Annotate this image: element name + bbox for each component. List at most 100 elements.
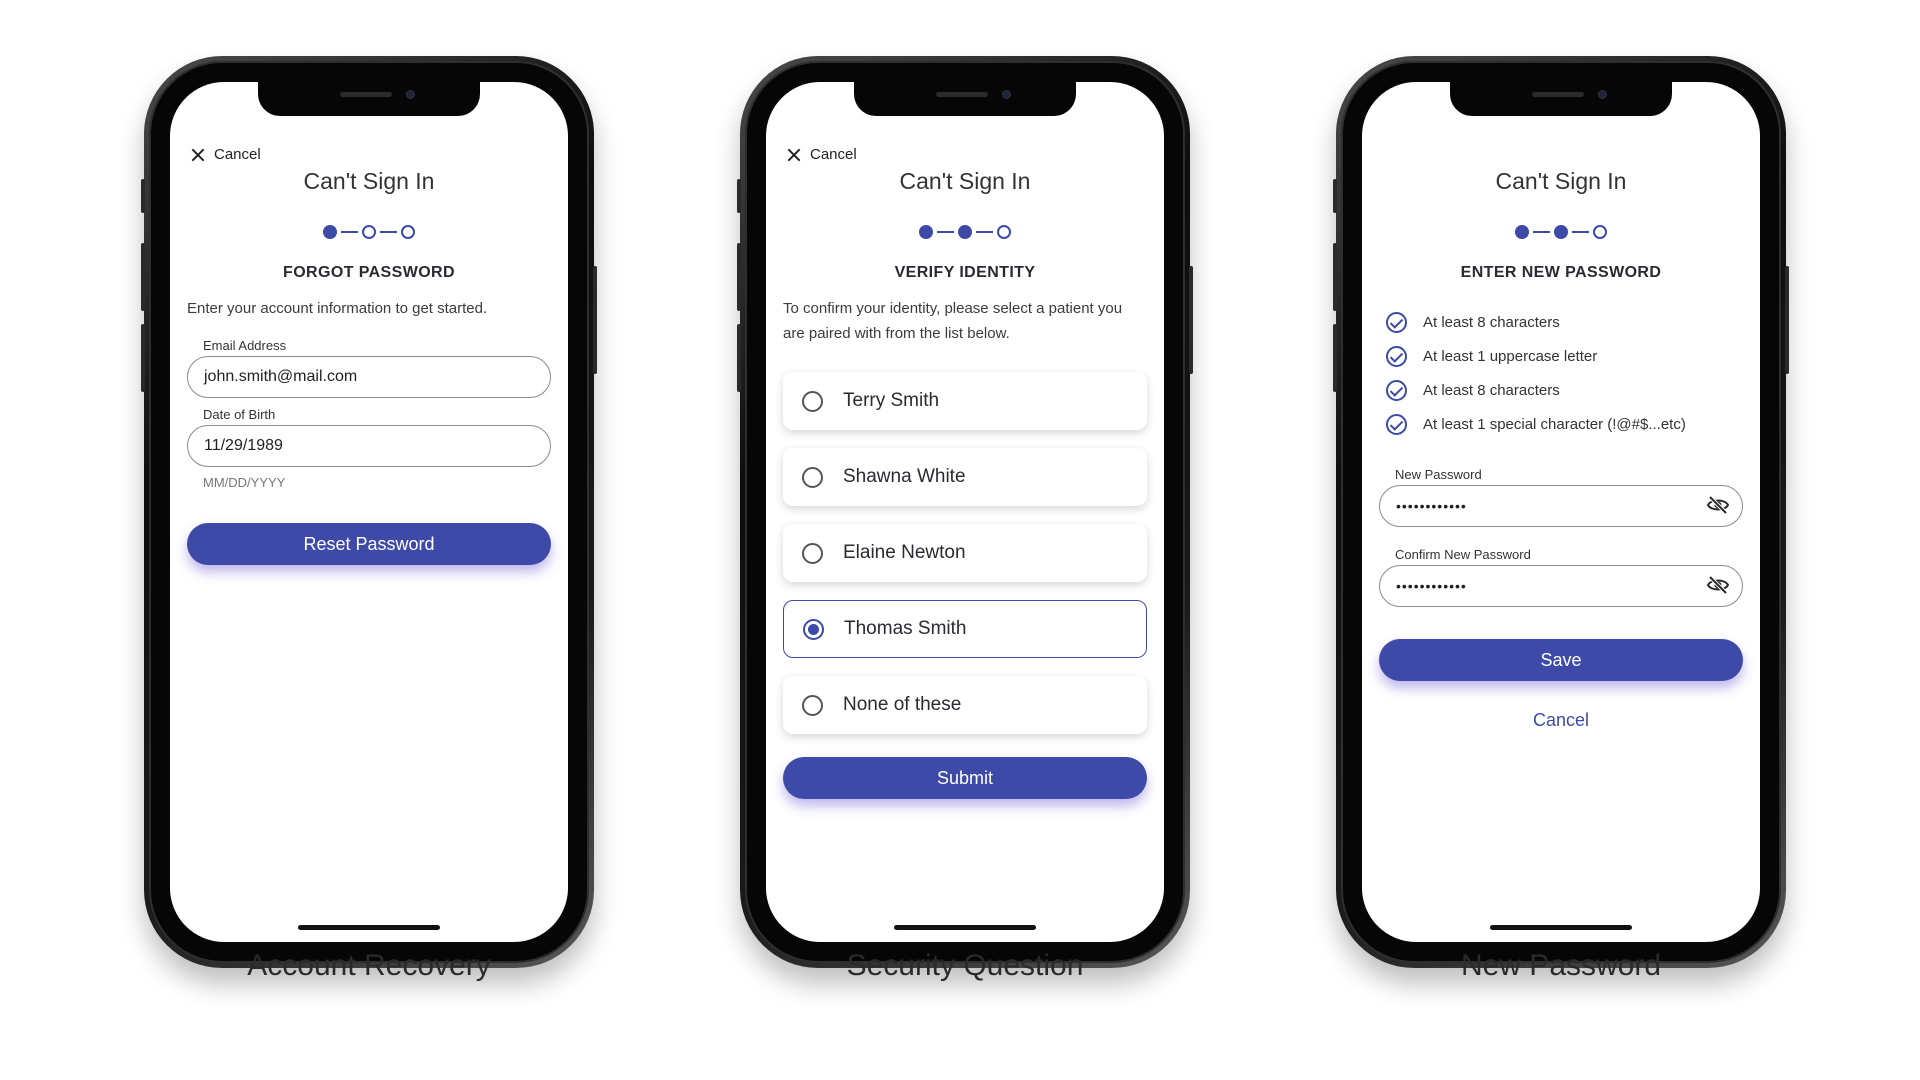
notch [854,82,1076,116]
eye-slash-icon[interactable] [1706,575,1730,595]
intro-text: To confirm your identity, please select … [783,300,1123,342]
patient-option[interactable]: Shawna White [783,448,1147,506]
section-title: FORGOT PASSWORD [283,264,455,281]
step-2-indicator [362,225,376,239]
volume-down-button [737,324,741,392]
radio-button-selected[interactable] [803,618,824,640]
security-question-mockup: Cancel Can't Sign In VERIFY IDENTITY To … [737,56,1193,982]
cancel-button[interactable]: Cancel [191,146,261,163]
camera-icon [1598,90,1607,99]
rule-text: At least 8 characters [1423,382,1560,399]
screen-title: Can't Sign In [1495,168,1627,194]
phone-frame: Cancel Can't Sign In VERIFY IDENTITY To … [737,56,1193,968]
email-label: Email Address [203,338,287,353]
phone-screen: Can't Sign In ENTER NEW PASSWORD At leas… [1362,82,1760,942]
confirm-password-value: •••••••••••• [1396,578,1467,594]
email-value: john.smith@mail.com [204,368,358,385]
email-field[interactable]: john.smith@mail.com [187,356,551,398]
option-label: Terry Smith [843,390,940,411]
cancel-link[interactable]: Cancel [1362,710,1760,731]
radio-button[interactable] [802,466,823,488]
password-rule: At least 1 special character (!@#$...etc… [1386,414,1686,435]
reset-password-label: Reset Password [303,533,435,554]
step-connector [341,231,358,233]
section-title: VERIFY IDENTITY [894,264,1036,281]
volume-down-button [141,324,145,392]
step-3-indicator [1593,225,1607,239]
dob-field[interactable]: 11/29/1989 [187,425,551,467]
check-circle-icon [1386,414,1407,435]
intro-text: Enter your account information to get st… [187,300,488,317]
step-1-indicator [1515,225,1529,239]
confirm-password-label: Confirm New Password [1395,547,1531,562]
patient-option[interactable]: None of these [783,676,1147,734]
power-button [593,266,597,374]
progress-stepper [1515,225,1607,239]
cancel-button[interactable]: Cancel [787,146,857,163]
account-recovery-mockup: Cancel Can't Sign In FORGOT PASSWORD Ent… [141,56,597,982]
mute-switch [737,179,741,213]
camera-icon [1002,90,1011,99]
new-password-mockup: Can't Sign In ENTER NEW PASSWORD At leas… [1333,56,1789,982]
step-1-indicator [919,225,933,239]
close-icon [787,148,801,162]
speaker-grille [340,92,392,97]
step-2-indicator [958,225,972,239]
notch [1450,82,1672,116]
eye-slash-icon[interactable] [1706,495,1730,515]
new-password-field[interactable]: •••••••••••• [1379,485,1743,527]
speaker-grille [1532,92,1584,97]
caption-account-recovery: Account Recovery [247,949,491,982]
password-rule: At least 8 characters [1386,380,1560,401]
confirm-password-field[interactable]: •••••••••••• [1379,565,1743,607]
section-title: ENTER NEW PASSWORD [1460,264,1662,281]
check-circle-icon [1386,380,1407,401]
step-connector [976,231,993,233]
phone-frame: Can't Sign In ENTER NEW PASSWORD At leas… [1333,56,1789,968]
step-connector [1533,231,1550,233]
step-3-indicator [997,225,1011,239]
step-3-indicator [401,225,415,239]
dob-format-hint: MM/DD/YYYY [203,475,286,490]
mute-switch [141,179,145,213]
home-indicator [298,925,440,930]
step-1-indicator [323,225,337,239]
step-connector [937,231,954,233]
cancel-label: Cancel [214,146,261,163]
notch [258,82,480,116]
option-label: Thomas Smith [844,618,967,639]
password-rule: At least 1 uppercase letter [1386,346,1597,367]
cancel-label: Cancel [810,146,857,163]
progress-stepper [919,225,1011,239]
phone-screen: Cancel Can't Sign In FORGOT PASSWORD Ent… [170,82,568,942]
dob-value: 11/29/1989 [204,437,283,454]
patient-option-selected[interactable]: Thomas Smith [783,600,1147,658]
reset-password-button[interactable]: Reset Password [187,523,551,565]
patient-option[interactable]: Terry Smith [783,372,1147,430]
mute-switch [1333,179,1337,213]
home-indicator [1490,925,1632,930]
rule-text: At least 1 special character (!@#$...etc… [1423,416,1686,433]
screen-title: Can't Sign In [899,168,1031,194]
submit-button[interactable]: Submit [783,757,1147,799]
radio-button[interactable] [802,694,823,716]
new-password-value: •••••••••••• [1396,498,1467,514]
save-label: Save [1540,649,1582,670]
option-label: None of these [843,694,962,715]
radio-button[interactable] [802,542,823,564]
volume-up-button [737,243,741,311]
check-circle-icon [1386,312,1407,333]
volume-up-button [1333,243,1337,311]
patient-option[interactable]: Elaine Newton [783,524,1147,582]
power-button [1785,266,1789,374]
radio-button[interactable] [802,390,823,412]
option-label: Shawna White [843,466,966,487]
camera-icon [406,90,415,99]
phone-frame: Cancel Can't Sign In FORGOT PASSWORD Ent… [141,56,597,968]
progress-stepper [323,225,415,239]
new-password-label: New Password [1395,467,1482,482]
showcase-stage: Cancel Can't Sign In FORGOT PASSWORD Ent… [0,0,1920,1080]
volume-up-button [141,243,145,311]
step-2-indicator [1554,225,1568,239]
save-button[interactable]: Save [1379,639,1743,681]
